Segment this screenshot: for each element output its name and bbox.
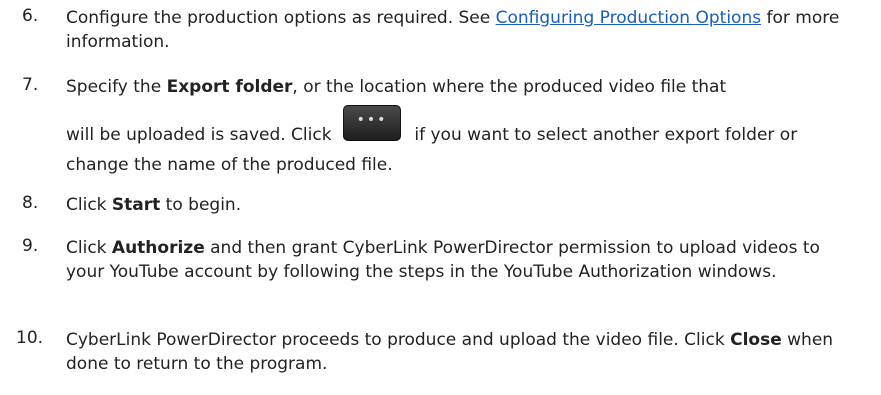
browse-button[interactable]: ••• xyxy=(342,105,401,141)
step-text: Configure the production options as requ… xyxy=(66,8,840,52)
step-text: Click Start to begin. xyxy=(66,195,242,215)
configuring-production-options-link[interactable]: Configuring Production Options xyxy=(496,8,761,28)
step-text: Click Authorize and then grant CyberLink… xyxy=(66,238,820,282)
step-number: 10. xyxy=(16,328,44,348)
close-term: Close xyxy=(730,330,782,350)
step-number: 9. xyxy=(22,236,39,256)
export-folder-term: Export folder xyxy=(166,77,293,97)
step-text: Specify the Export folder, or the locati… xyxy=(66,77,798,175)
step-number: 6. xyxy=(22,6,39,26)
authorize-term: Authorize xyxy=(111,238,205,258)
start-term: Start xyxy=(111,195,161,215)
step-text: CyberLink PowerDirector proceeds to prod… xyxy=(66,330,834,374)
step-number: 7. xyxy=(22,75,39,95)
step-number: 8. xyxy=(22,193,39,213)
